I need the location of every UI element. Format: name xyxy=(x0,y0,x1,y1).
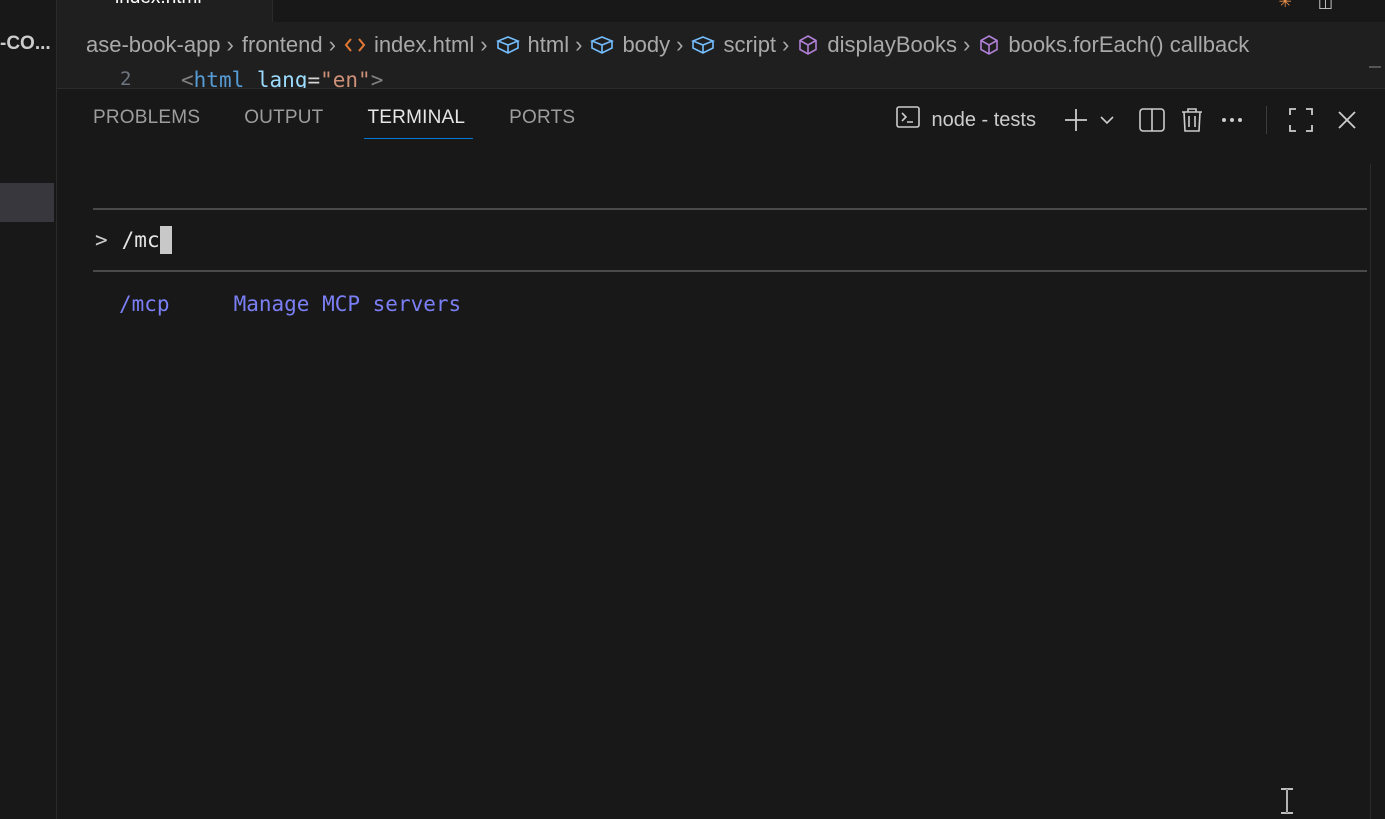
command-suggestion[interactable]: /mcp Manage MCP servers xyxy=(119,292,1367,316)
element-icon xyxy=(590,35,615,55)
tab-index-html[interactable]: index.html xyxy=(57,0,273,22)
editor-visible-line[interactable]: 2 <html lang="en"> xyxy=(57,68,1385,88)
editor-actions: ✳ ◫ xyxy=(1278,0,1333,12)
tab-problems[interactable]: PROBLEMS xyxy=(93,107,204,137)
panel-tabs: PROBLEMS OUTPUT TERMINAL PORTS xyxy=(93,107,579,139)
terminal-name-label: node - tests xyxy=(931,108,1036,131)
ellipsis-icon xyxy=(1222,118,1242,122)
chevron-right-icon: › xyxy=(480,32,488,57)
text-cursor xyxy=(159,226,172,254)
chevron-right-icon: › xyxy=(782,32,790,57)
tab-ports[interactable]: PORTS xyxy=(509,107,579,137)
explorer-selected-item[interactable] xyxy=(0,183,54,222)
suggestion-command: /mcp xyxy=(119,292,170,316)
breadcrumb-item-folder-root[interactable]: ase-book-app xyxy=(86,32,221,58)
element-icon xyxy=(495,35,520,55)
breadcrumb-item-frontend[interactable]: frontend xyxy=(242,32,323,58)
terminal-scrollbar[interactable] xyxy=(1370,164,1385,819)
toolbar-divider xyxy=(1266,106,1267,134)
chevron-right-icon: › xyxy=(676,32,684,57)
explorer-section-title[interactable]: -CO... xyxy=(0,33,56,55)
chevron-right-icon: › xyxy=(963,32,971,57)
terminal-input-box[interactable]: > /mc xyxy=(93,210,1367,270)
panel-actions: node - tests xyxy=(895,103,1367,137)
split-editor-icon[interactable]: ◫ xyxy=(1318,0,1333,12)
tab-label: index.html xyxy=(115,0,202,9)
suggestion-description: Manage MCP servers xyxy=(233,292,462,316)
element-icon xyxy=(691,35,716,55)
tab-output[interactable]: OUTPUT xyxy=(244,107,327,137)
copilot-icon[interactable]: ✳ xyxy=(1278,0,1291,12)
maximize-icon xyxy=(1289,108,1313,132)
split-terminal-button[interactable] xyxy=(1132,103,1172,137)
explorer-sidebar: -CO... xyxy=(0,0,57,819)
close-panel-button[interactable] xyxy=(1327,103,1367,137)
method-icon xyxy=(978,34,1000,56)
terminal-input-bottom-border xyxy=(93,270,1367,272)
breadcrumb-item-displaybooks[interactable]: displayBooks xyxy=(797,32,957,58)
prompt-symbol: > xyxy=(95,228,108,252)
breadcrumb-item-foreach-callback[interactable]: books.forEach() callback xyxy=(978,32,1249,58)
minimap-marker xyxy=(1369,66,1381,68)
new-terminal-button[interactable] xyxy=(1056,103,1096,137)
chevron-right-icon: › xyxy=(328,32,336,57)
chevron-right-icon: › xyxy=(575,32,583,57)
breadcrumb-item-script[interactable]: script xyxy=(691,32,776,58)
terminal-input-text: /mc xyxy=(121,228,160,252)
bottom-panel: PROBLEMS OUTPUT TERMINAL PORTS node - te… xyxy=(57,88,1385,819)
terminal-selector[interactable]: node - tests xyxy=(895,104,1036,136)
breadcrumb-item-body[interactable]: body xyxy=(590,32,670,58)
tab-terminal[interactable]: TERMINAL xyxy=(363,107,473,139)
breadcrumb-item-html[interactable]: html xyxy=(495,32,569,58)
terminal-icon xyxy=(895,104,921,136)
vscode-window: -CO... index.html ✳ ◫ ase-book-app › fro… xyxy=(0,0,1385,819)
terminal-view[interactable]: > /mc /mcp Manage MCP servers xyxy=(93,208,1367,316)
breadcrumb: ase-book-app › frontend › index.html › h… xyxy=(57,22,1385,68)
breadcrumb-item-index-html[interactable]: index.html xyxy=(344,32,474,58)
html-file-icon xyxy=(344,36,366,54)
trash-icon xyxy=(1182,108,1202,132)
terminal-profile-dropdown[interactable] xyxy=(1096,103,1118,137)
close-icon xyxy=(1338,111,1356,129)
kill-terminal-button[interactable] xyxy=(1172,103,1212,137)
plus-icon xyxy=(1065,109,1087,131)
code-line: <html lang="en"> xyxy=(181,68,384,88)
maximize-panel-button[interactable] xyxy=(1281,103,1321,137)
mouse-ibeam-icon xyxy=(1281,788,1293,814)
chevron-down-icon xyxy=(1100,116,1114,125)
line-number: 2 xyxy=(120,68,132,88)
more-actions-button[interactable] xyxy=(1212,103,1252,137)
split-icon xyxy=(1139,108,1165,132)
method-icon xyxy=(797,34,819,56)
chevron-right-icon: › xyxy=(226,32,234,57)
